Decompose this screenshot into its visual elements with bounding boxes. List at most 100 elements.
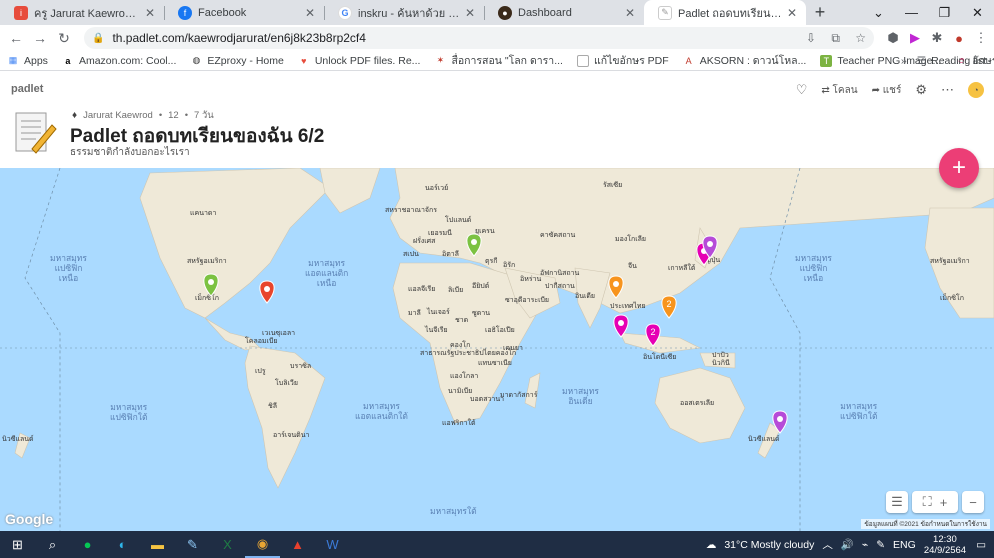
heart-icon[interactable]: ♡ <box>796 82 808 98</box>
restore-icon[interactable]: ❐ <box>928 5 961 21</box>
browser-tab[interactable]: G inskru - ค้นหาด้วย Google ✕ <box>324 0 484 25</box>
clock-date: 24/9/2564 <box>923 544 967 556</box>
map-pin[interactable] <box>608 275 624 299</box>
map-attribution[interactable]: ข้อมูลแผนที่ ©2021 ข้อกำหนดในการใช้งาน <box>861 519 990 529</box>
edge-icon[interactable]: ◐ <box>105 531 140 558</box>
search-icon[interactable]: ⌕ <box>35 531 70 558</box>
bookmark-amazon[interactable]: a Amazon.com: Cool... <box>55 55 183 67</box>
word-icon[interactable]: W <box>315 531 350 558</box>
share-button[interactable]: ➦ แชร์ <box>872 83 902 98</box>
bookmark-aksorn[interactable]: A AKSORN : ดาวน์โหล... <box>676 52 814 69</box>
page-subtitle: ธรรมชาติกำลังบอกอะไรเรา <box>70 147 190 158</box>
close-icon[interactable]: ✕ <box>784 6 800 20</box>
author-name[interactable]: Jarurat Kaewrod <box>83 110 153 121</box>
close-window-icon[interactable]: ✕ <box>961 5 994 21</box>
clock[interactable]: 12:30 24/9/2564 <box>924 534 966 556</box>
doc-icon <box>576 54 589 67</box>
weather-text[interactable]: 31°C Mostly cloudy <box>724 539 814 551</box>
remake-button[interactable]: ⇄ โคลน <box>821 83 857 98</box>
reload-icon[interactable]: ↻ <box>52 30 76 47</box>
install-app-icon[interactable]: ⇩ <box>806 31 816 45</box>
bookmark-teaching-media[interactable]: ✶ สื่อการสอน "โลก ดารา... <box>427 52 570 69</box>
close-icon[interactable]: ✕ <box>622 6 638 20</box>
bookmark-edit-pdf[interactable]: แก้ไขอักษร PDF <box>570 52 676 69</box>
browser-tab[interactable]: ● Dashboard ✕ <box>484 0 644 25</box>
bookmark-label: AKSORN : ดาวน์โหล... <box>699 55 807 67</box>
profile-pin-icon[interactable]: ● <box>948 31 970 46</box>
chrome-icon[interactable]: ◉ <box>245 531 280 558</box>
map-pins-layer: 2 2 <box>203 233 788 434</box>
bookmarks-bar: ▦ Apps a Amazon.com: Cool... ◍ EZproxy -… <box>0 51 994 71</box>
zoom-out-button[interactable]: − <box>962 491 984 513</box>
reading-list-label[interactable]: Reading list <box>931 55 986 67</box>
tab-strip: i ครู Jarurat Kaewrod - insKru ห้ ✕ f Fa… <box>0 0 994 25</box>
extensions-puzzle-icon[interactable]: ✱ <box>926 30 948 46</box>
close-icon[interactable]: ✕ <box>142 6 158 20</box>
amazon-icon: a <box>65 55 71 66</box>
back-arrow-icon[interactable]: ← <box>4 30 28 46</box>
volume-icon[interactable]: 🔊 <box>841 538 854 551</box>
acrobat-icon[interactable]: ▲ <box>280 531 315 558</box>
address-bar[interactable]: 🔒 th.padlet.com/kaewrodjarurat/en6j8k23b… <box>84 27 874 49</box>
excel-icon[interactable]: X <box>210 531 245 558</box>
facebook-icon: f <box>178 5 192 20</box>
pin-count: 2 <box>650 327 655 337</box>
bookmark-unlock-pdf[interactable]: ♥ Unlock PDF files. Re... <box>291 55 428 67</box>
chevron-up-icon[interactable]: ︿ <box>822 537 833 552</box>
tab-title: Facebook <box>198 6 247 19</box>
dot-separator: • <box>184 110 189 121</box>
notepad-icon[interactable]: ✎ <box>175 531 210 558</box>
add-post-button[interactable]: + <box>939 148 979 188</box>
close-icon[interactable]: ✕ <box>302 6 318 20</box>
map-controls: ☰ ⛶ + − <box>886 491 984 513</box>
map-pin[interactable] <box>613 314 629 338</box>
padlet-logo[interactable]: padlet <box>11 83 43 95</box>
padlet-header: padlet ♦ Jarurat Kaewrod • 12 • 7 วัน Pa… <box>0 72 994 168</box>
bookmark-ezproxy[interactable]: ◍ EZproxy - Home <box>183 55 290 67</box>
network-icon[interactable]: ⌁ <box>862 539 868 551</box>
avatar[interactable]: ◔ <box>968 82 984 98</box>
lock-icon[interactable]: 🔒 <box>92 33 104 44</box>
map-pin-cluster[interactable]: 2 <box>645 323 661 347</box>
bookmark-label: Unlock PDF files. Re... <box>314 54 421 67</box>
language-indicator[interactable]: ENG <box>893 539 916 551</box>
new-tab-button[interactable]: + <box>806 0 834 25</box>
map-pin[interactable] <box>772 410 788 434</box>
close-icon[interactable]: ✕ <box>462 6 478 20</box>
map-pin[interactable] <box>203 273 219 297</box>
reading-list[interactable]: » ☰ Reading list <box>901 51 986 71</box>
windows-start-icon[interactable]: ⊞ <box>0 531 35 558</box>
aksorn-icon: A <box>685 55 692 66</box>
pen-icon[interactable]: ✎ <box>876 539 885 551</box>
translate-icon[interactable]: ⧉ <box>831 31 840 45</box>
more-bookmarks-icon[interactable]: » <box>901 55 907 67</box>
gear-icon[interactable]: ⚙ <box>915 82 927 98</box>
fullscreen-icon[interactable]: ⛶ <box>922 491 932 513</box>
forward-arrow-icon[interactable]: → <box>28 30 52 46</box>
extension-shield-icon[interactable]: ⬢ <box>882 30 904 46</box>
browser-tab[interactable]: f Facebook ✕ <box>164 0 324 25</box>
notifications-icon[interactable]: ▭ <box>976 539 986 551</box>
google-icon: G <box>338 5 352 20</box>
list-view-button[interactable]: ☰ <box>886 491 908 513</box>
clock-time: 12:30 <box>933 533 957 545</box>
line-app-icon[interactable]: ● <box>70 531 105 558</box>
tab-title: inskru - ค้นหาด้วย Google <box>358 7 462 20</box>
url-text[interactable]: th.padlet.com/kaewrodjarurat/en6j8k23b8r… <box>112 31 793 45</box>
more-dots-icon[interactable]: ⋯ <box>941 82 954 98</box>
zoom-in-button[interactable]: + <box>939 491 948 513</box>
file-explorer-icon[interactable]: ▬ <box>140 531 175 558</box>
map-pin[interactable] <box>466 233 482 257</box>
bookmark-star-icon[interactable]: ☆ <box>855 31 866 45</box>
map-pin[interactable] <box>259 280 275 304</box>
more-menu-icon[interactable]: ⋮ <box>970 30 992 46</box>
browser-tab-active[interactable]: ✎ Padlet ถอดบทเรียนของฉัน 6/2 ✕ <box>644 0 806 25</box>
map-pin-cluster[interactable]: 2 <box>661 295 677 319</box>
minimize-icon[interactable]: — <box>895 5 928 20</box>
world-map[interactable]: มหาสมุทร แปซิฟิก เหนือ มหาสมุทร แอตแลนติก เห… <box>0 168 994 531</box>
extension-play-icon[interactable]: ▶ <box>904 30 926 46</box>
tab-search-icon[interactable]: ⌄ <box>862 5 895 21</box>
dot-separator: • <box>158 110 163 121</box>
browser-tab[interactable]: i ครู Jarurat Kaewrod - insKru ห้ ✕ <box>0 0 164 25</box>
bookmark-apps[interactable]: ▦ Apps <box>0 55 55 67</box>
